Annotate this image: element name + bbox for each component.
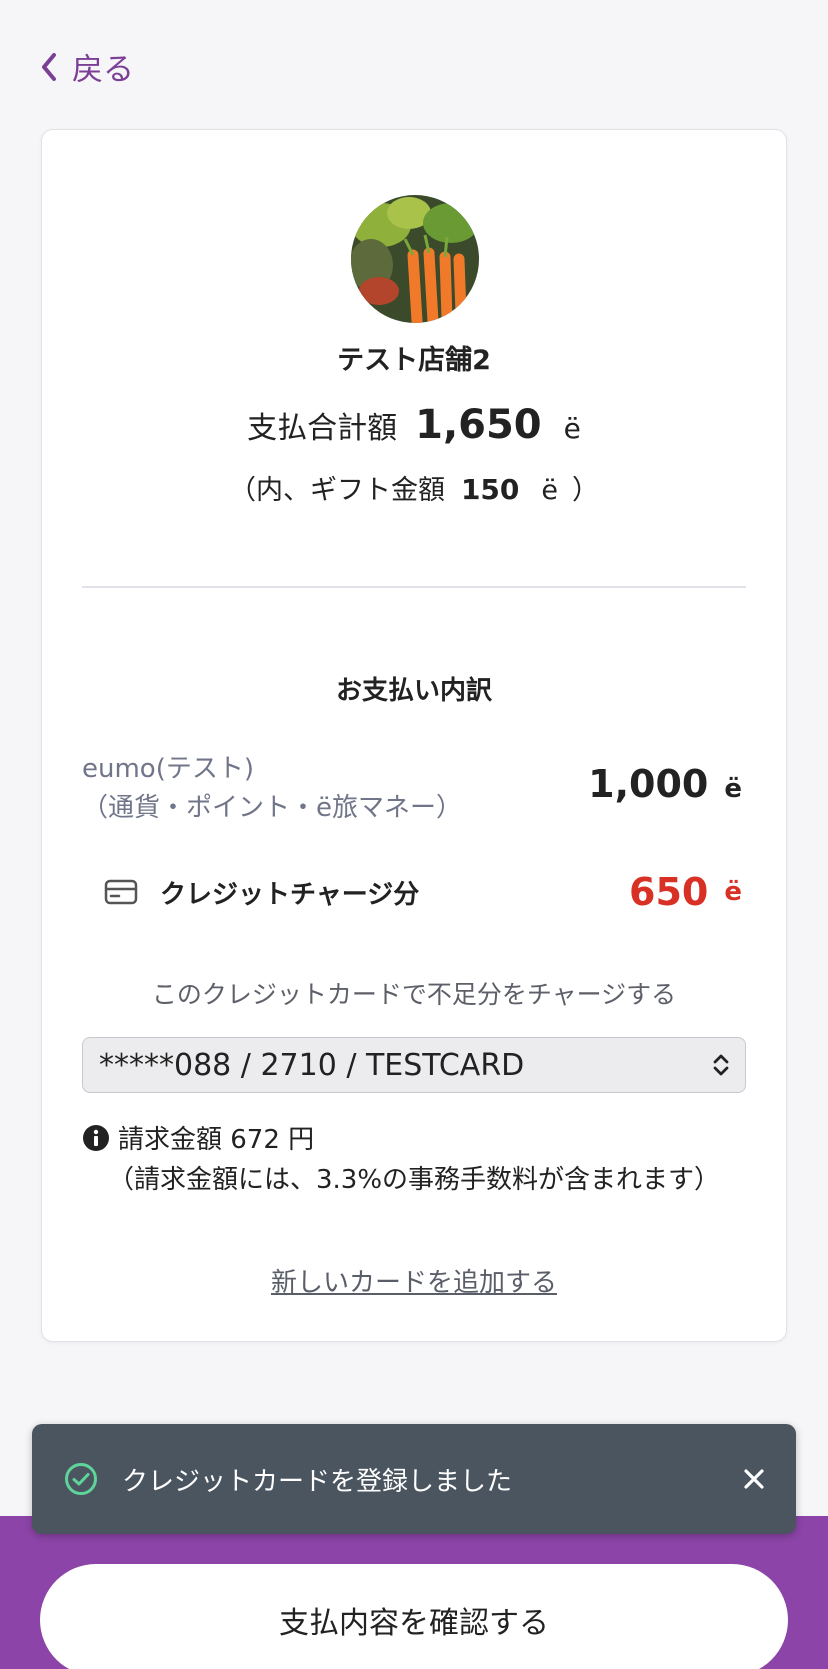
eumo-label-line2: （通貨・ポイント・ë旅マネー） bbox=[82, 793, 462, 823]
eumo-label: eumo(テスト) （通貨・ポイント・ë旅マネー） bbox=[82, 750, 462, 828]
billing-info: 請求金額 672 円 （請求金額には、3.3%の事務手数料が含まれます） bbox=[82, 1120, 726, 1200]
toast-notification: クレジットカードを登録しました bbox=[32, 1424, 796, 1534]
eumo-amount-unit: ë bbox=[724, 774, 742, 804]
credit-charge-label: クレジットチャージ分 bbox=[160, 879, 420, 910]
store-name: テスト店舗2 bbox=[337, 345, 491, 376]
breakdown-title: お支払い内訳 bbox=[335, 676, 492, 706]
close-icon[interactable] bbox=[742, 1467, 766, 1491]
store-avatar bbox=[351, 195, 479, 323]
total-label: 支払合計額 bbox=[247, 411, 398, 446]
credit-charge-unit: ë bbox=[724, 877, 742, 907]
check-circle-icon bbox=[65, 1463, 97, 1495]
eumo-label-line1: eumo(テスト) bbox=[82, 754, 254, 784]
add-card-link[interactable]: 新しいカードを追加する bbox=[42, 1262, 786, 1299]
credit-charge-row: クレジットチャージ分 650 ë bbox=[104, 870, 742, 914]
chevron-left-icon bbox=[42, 52, 56, 81]
chevron-updown-icon bbox=[713, 1054, 729, 1076]
toast-message: クレジットカードを登録しました bbox=[122, 1466, 513, 1497]
fee-note: （請求金額には、3.3%の事務手数料が含まれます） bbox=[108, 1165, 721, 1195]
divider bbox=[82, 586, 746, 588]
card-select[interactable]: *****088 / 2710 / TESTCARD bbox=[82, 1037, 746, 1093]
total-unit: ë bbox=[563, 412, 581, 445]
back-link[interactable]: 戻る bbox=[40, 44, 134, 89]
charge-note: このクレジットカードで不足分をチャージする bbox=[151, 980, 677, 1009]
gift-unit: ë bbox=[541, 475, 559, 506]
credit-charge-amount: 650 bbox=[629, 870, 709, 914]
gift-amount-row: （内、ギフト金額 150 ë ） bbox=[42, 468, 786, 507]
billing-amount: 請求金額 672 円 bbox=[118, 1125, 315, 1155]
eumo-amount-value: 1,000 bbox=[588, 762, 709, 806]
info-icon bbox=[83, 1125, 109, 1151]
total-amount-row: 支払合計額 1,650 ë bbox=[42, 402, 786, 448]
payment-card: テスト店舗2 支払合計額 1,650 ë （内、ギフト金額 150 ë ） お支… bbox=[41, 129, 787, 1342]
back-label: 戻る bbox=[72, 52, 134, 88]
confirm-button[interactable]: 支払内容を確認する bbox=[40, 1564, 788, 1669]
total-amount: 1,650 bbox=[415, 402, 542, 448]
gift-prefix: （内、ギフト金額 bbox=[228, 475, 445, 506]
gift-suffix: ） bbox=[572, 475, 600, 506]
credit-card-icon bbox=[104, 879, 138, 905]
gift-amount: 150 bbox=[460, 473, 520, 506]
card-select-value: *****088 / 2710 / TESTCARD bbox=[99, 1047, 525, 1083]
eumo-amount: 1,000 ë bbox=[588, 762, 742, 806]
